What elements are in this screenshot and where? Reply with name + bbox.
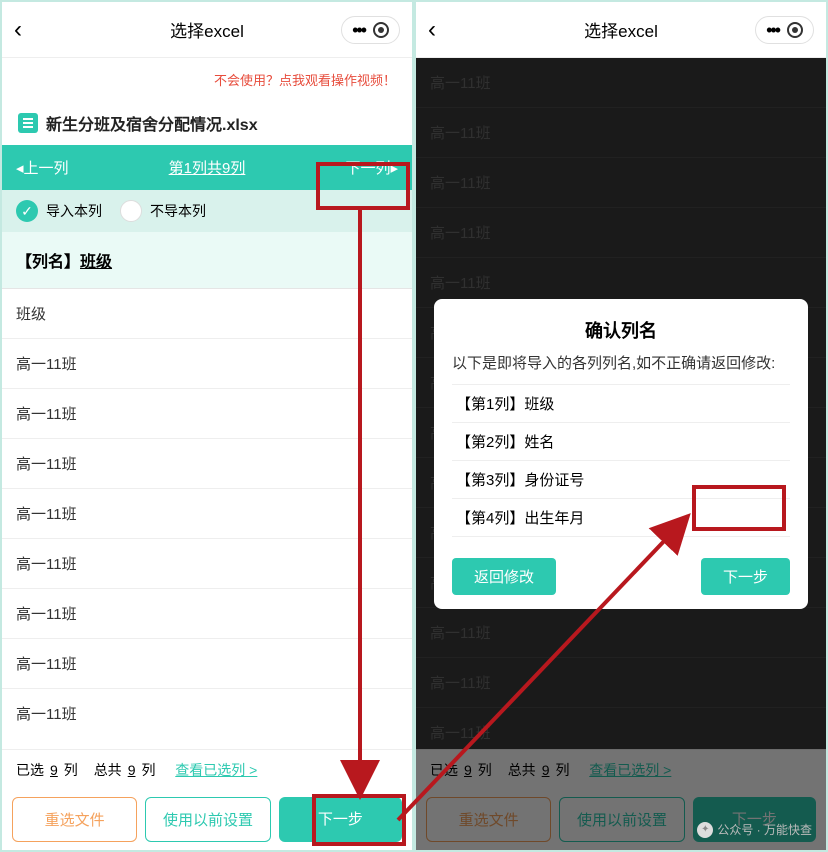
list-item: 【第1列】班级 xyxy=(452,385,790,423)
modal-back-button[interactable]: 返回修改 xyxy=(452,558,556,595)
column-nav: ◂上一列 第1列共9列 下一列▸ xyxy=(2,145,412,190)
data-rows: 班级 高一11班 高一11班 高一11班 高一11班 高一11班 高一11班 高… xyxy=(2,289,412,729)
import-no-label: 不导本列 xyxy=(150,201,206,221)
import-no-radio[interactable] xyxy=(120,200,142,222)
close-target-icon[interactable] xyxy=(787,22,803,38)
modal-overlay: 确认列名 以下是即将导入的各列列名,如不正确请返回修改: 【第1列】班级 【第2… xyxy=(416,58,826,850)
list-item: 【第2列】姓名 xyxy=(452,423,790,461)
table-row: 高一11班 xyxy=(2,689,412,729)
table-row: 高一11班 xyxy=(2,539,412,589)
footer-buttons: 重选文件 使用以前设置 下一步 xyxy=(2,789,412,850)
file-row: 新生分班及宿舍分配情况.xlsx xyxy=(2,101,412,145)
help-link[interactable]: 不会使用？点我观看操作视频！ xyxy=(2,58,412,101)
column-name-row: 【列名】班级 xyxy=(2,232,412,289)
phone-screen-left: ‹ 选择excel ••• 不会使用？点我观看操作视频！ 新生分班及宿舍分配情况… xyxy=(0,0,414,852)
modal-title: 确认列名 xyxy=(452,317,790,343)
modal-buttons: 返回修改 下一步 xyxy=(452,558,790,595)
table-row: 高一11班 xyxy=(2,339,412,389)
excel-file-icon xyxy=(18,113,38,133)
reselect-file-button[interactable]: 重选文件 xyxy=(12,797,137,842)
column-status[interactable]: 第1列共9列 xyxy=(169,157,246,178)
table-row: 高一11班 xyxy=(2,489,412,539)
use-previous-settings-button[interactable]: 使用以前设置 xyxy=(145,797,270,842)
wechat-capsule[interactable]: ••• xyxy=(755,16,814,44)
more-icon[interactable]: ••• xyxy=(766,21,779,39)
watermark: ✦ 公众号 · 万能快查 xyxy=(697,821,812,838)
wechat-icon: ✦ xyxy=(697,822,713,838)
close-target-icon[interactable] xyxy=(373,22,389,38)
column-name-value: 班级 xyxy=(80,254,112,271)
modal-description: 以下是即将导入的各列列名,如不正确请返回修改: xyxy=(452,353,790,376)
more-icon[interactable]: ••• xyxy=(352,21,365,39)
header: ‹ 选择excel ••• xyxy=(416,2,826,58)
file-name: 新生分班及宿舍分配情况.xlsx xyxy=(46,111,258,135)
import-yes-radio[interactable]: ✓ xyxy=(16,200,38,222)
prev-column-button[interactable]: ◂上一列 xyxy=(16,157,69,178)
table-row: 高一11班 xyxy=(2,439,412,489)
list-item: 【第3列】身份证号 xyxy=(452,461,790,499)
back-icon[interactable]: ‹ xyxy=(428,16,436,44)
modal-column-list: 【第1列】班级 【第2列】姓名 【第3列】身份证号 【第4列】出生年月 【第5列… xyxy=(452,384,790,544)
page-title: 选择excel xyxy=(170,17,244,42)
list-item: 【第4列】出生年月 xyxy=(452,499,790,537)
modal-next-button[interactable]: 下一步 xyxy=(701,558,790,595)
table-row: 班级 xyxy=(2,289,412,339)
view-selected-link[interactable]: 查看已选列 > xyxy=(175,760,257,780)
table-row: 高一11班 xyxy=(2,589,412,639)
next-step-button[interactable]: 下一步 xyxy=(279,797,402,842)
header: ‹ 选择excel ••• xyxy=(2,2,412,58)
table-row: 高一11班 xyxy=(2,639,412,689)
back-icon[interactable]: ‹ xyxy=(14,16,22,44)
footer-selection-info: 已选9列 总共9列 查看已选列 > xyxy=(2,749,412,790)
import-toggle-bar: ✓ 导入本列 不导本列 xyxy=(2,190,412,232)
wechat-capsule[interactable]: ••• xyxy=(341,16,400,44)
next-column-button[interactable]: 下一列▸ xyxy=(345,157,398,178)
list-item: 【第5列】性别 xyxy=(452,537,790,544)
import-yes-label: 导入本列 xyxy=(46,201,102,221)
page-title: 选择excel xyxy=(584,17,658,42)
phone-screen-right: ‹ 选择excel ••• 高一11班 高一11班 高一11班 高一11班 高一… xyxy=(414,0,828,852)
confirm-columns-modal: 确认列名 以下是即将导入的各列列名,如不正确请返回修改: 【第1列】班级 【第2… xyxy=(434,299,808,609)
table-row: 高一11班 xyxy=(2,389,412,439)
